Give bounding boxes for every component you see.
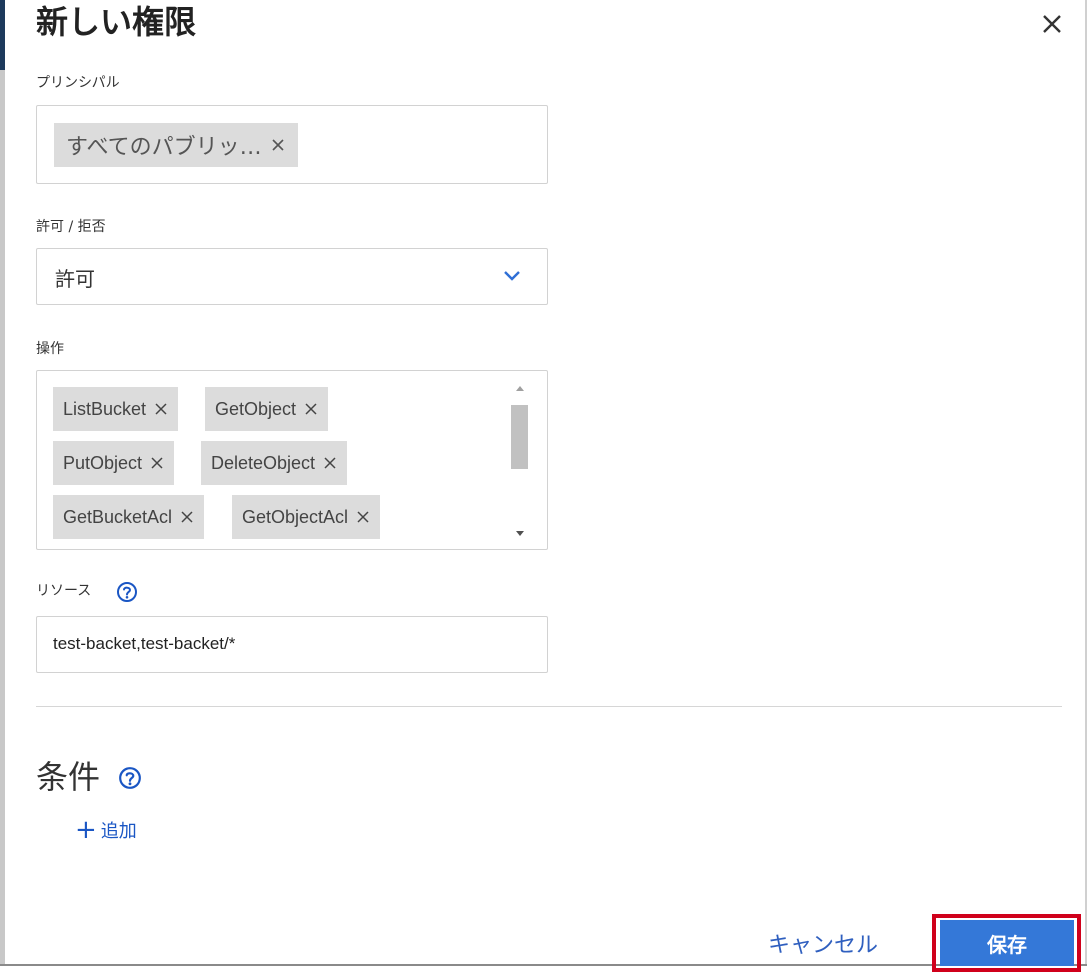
background-window-edge: [0, 0, 5, 964]
add-condition-button[interactable]: + 追加: [75, 817, 137, 843]
operation-chip-remove-icon[interactable]: [150, 456, 164, 470]
operation-chip: DeleteObject: [201, 441, 348, 485]
operation-chip: GetObjectAcl: [232, 495, 381, 539]
effect-select[interactable]: 許可: [36, 248, 548, 305]
add-condition-label: 追加: [100, 821, 137, 842]
resources-input-value: test-backet,test-backet/*: [53, 634, 236, 653]
dialog-bottom-edge: [0, 964, 1087, 966]
operation-chip-remove-icon[interactable]: [356, 510, 370, 524]
chevron-down-icon[interactable]: [503, 267, 521, 286]
operation-chip-remove-icon[interactable]: [304, 402, 318, 416]
effect-label: 許可 / 拒否: [36, 219, 106, 235]
operations-field[interactable]: ListBucket GetObject PutObject DeleteObj…: [36, 370, 548, 550]
operations-scrollbar[interactable]: [510, 381, 530, 543]
operation-chip: ListBucket: [53, 387, 179, 431]
close-icon: [1043, 15, 1061, 33]
dialog-title: 新しい権限: [36, 3, 197, 41]
operation-chip-remove-icon[interactable]: [154, 402, 168, 416]
resources-input[interactable]: test-backet,test-backet/*: [36, 616, 548, 673]
conditions-title: 条件: [36, 758, 101, 796]
scroll-down-arrow-icon[interactable]: [514, 529, 526, 539]
cancel-button[interactable]: キャンセル: [768, 927, 878, 959]
plus-icon: +: [75, 815, 97, 845]
principal-chip-remove-icon[interactable]: [270, 137, 286, 153]
effect-select-value: 許可: [55, 267, 95, 291]
principal-chip: すべてのパブリッ…: [54, 123, 298, 167]
operation-chip-label: GetBucketAcl: [63, 506, 173, 527]
save-button[interactable]: 保存: [940, 920, 1074, 966]
background-window-header: [0, 0, 5, 70]
operation-chip: PutObject: [53, 441, 175, 485]
conditions-help-icon[interactable]: [118, 766, 142, 794]
operation-chip-label: GetObjectAcl: [242, 506, 349, 527]
operation-chip-label: ListBucket: [63, 398, 147, 419]
principal-field[interactable]: すべてのパブリッ…: [36, 105, 548, 184]
principal-label: プリンシパル: [36, 75, 120, 91]
close-button[interactable]: [1034, 6, 1070, 42]
resources-label: リソース: [36, 583, 92, 599]
principal-chip-label: すべてのパブリッ…: [66, 135, 262, 160]
operation-chip: GetObject: [205, 387, 329, 431]
operation-chip-remove-icon[interactable]: [323, 456, 337, 470]
operation-chip-label: DeleteObject: [211, 452, 316, 473]
scrollbar-thumb[interactable]: [511, 405, 528, 469]
scroll-up-arrow-icon[interactable]: [514, 383, 526, 393]
section-divider: [36, 706, 1062, 707]
resources-help-icon[interactable]: [116, 581, 138, 607]
operation-chip: GetBucketAcl: [53, 495, 205, 539]
operation-chip-remove-icon[interactable]: [180, 510, 194, 524]
operation-chip-label: PutObject: [63, 452, 143, 473]
operations-label: 操作: [36, 341, 64, 357]
operation-chip-label: GetObject: [215, 398, 297, 419]
